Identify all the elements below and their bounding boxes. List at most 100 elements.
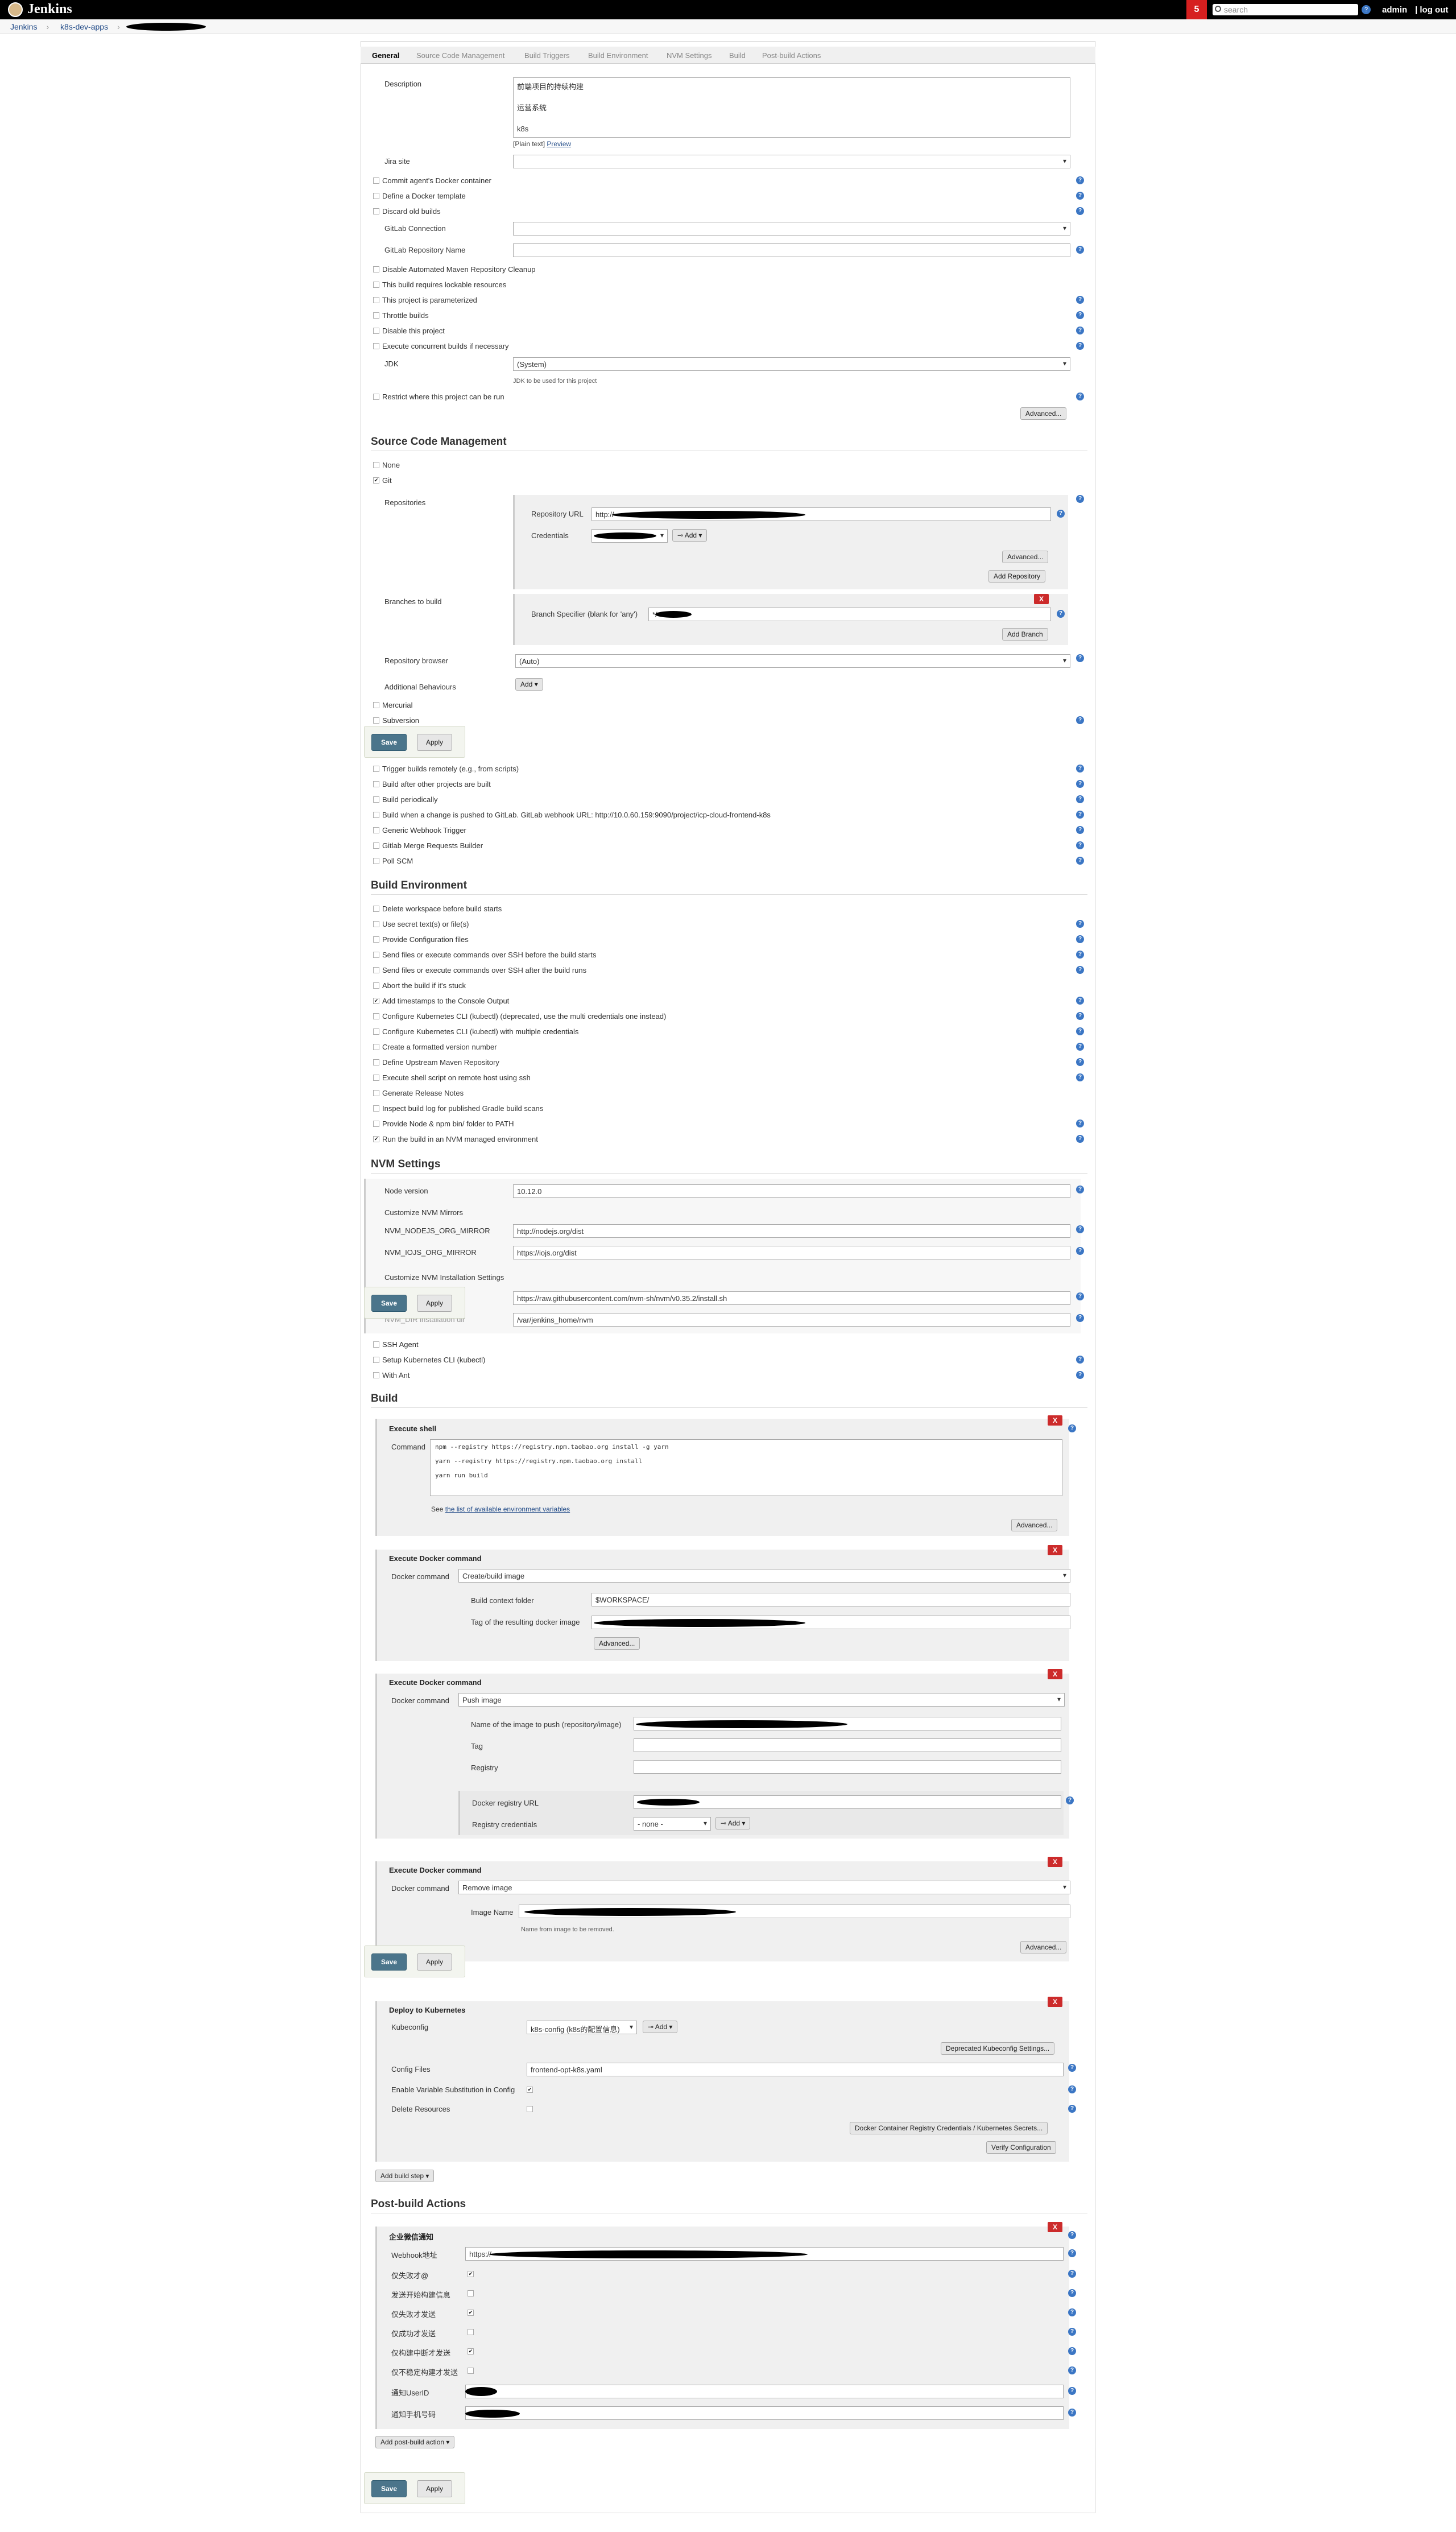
docker-command-select[interactable]: Create/build image bbox=[458, 1569, 1070, 1583]
install-url-input[interactable]: https://raw.githubusercontent.com/nvm-sh… bbox=[513, 1291, 1070, 1305]
help-icon[interactable]: ? bbox=[1076, 1120, 1084, 1127]
build-context-input[interactable]: $WORKSPACE/ bbox=[592, 1593, 1070, 1606]
build-env-option-checkbox[interactable]: Send files or execute commands over SSH … bbox=[373, 951, 596, 959]
add-build-step-button[interactable]: Add build step ▾ bbox=[375, 2170, 435, 2182]
config-files-input[interactable]: frontend-opt-k8s.yaml bbox=[527, 2063, 1064, 2076]
help-icon[interactable]: ? bbox=[1076, 1012, 1084, 1020]
commit-container-checkbox[interactable]: Commit agent's Docker container bbox=[373, 176, 491, 185]
scm-git-radio[interactable]: Git bbox=[373, 476, 392, 485]
save-button[interactable]: Save bbox=[371, 1295, 407, 1312]
breadcrumb-jenkins[interactable]: Jenkins bbox=[10, 19, 37, 34]
trigger-generic-webhook-checkbox[interactable]: Generic Webhook Trigger bbox=[373, 826, 466, 835]
tab-build-triggers[interactable]: Build Triggers bbox=[524, 51, 569, 60]
save-button[interactable]: Save bbox=[371, 734, 407, 751]
throttle-builds-checkbox[interactable]: Throttle builds bbox=[373, 311, 429, 320]
help-icon[interactable]: ? bbox=[1076, 780, 1084, 788]
description-textarea[interactable]: 前端项目的持续构建 运营系统 k8s bbox=[513, 77, 1070, 138]
help-icon[interactable]: ? bbox=[1076, 1027, 1084, 1035]
help-icon[interactable]: ? bbox=[1076, 654, 1084, 662]
build-env-option-checkbox[interactable]: Send files or execute commands over SSH … bbox=[373, 966, 586, 974]
scm-none-radio[interactable]: None bbox=[373, 461, 400, 469]
help-icon[interactable]: ? bbox=[1076, 342, 1084, 350]
general-advanced-button[interactable]: Advanced... bbox=[1020, 407, 1067, 420]
add-behaviour-button[interactable]: Add ▾ bbox=[515, 678, 543, 691]
kubeconfig-select[interactable]: k8s-config (k8s的配置信息) bbox=[527, 2021, 637, 2034]
docker-advanced-button[interactable]: Advanced... bbox=[594, 1637, 640, 1650]
trigger-poll-scm-checkbox[interactable]: Poll SCM bbox=[373, 857, 413, 865]
help-icon[interactable]: ? bbox=[1076, 311, 1084, 319]
ssh-agent-checkbox[interactable]: SSH Agent bbox=[373, 1340, 419, 1349]
restrict-checkbox[interactable]: Restrict where this project can be run bbox=[373, 393, 504, 401]
trigger-gitlab-push-checkbox[interactable]: Build when a change is pushed to GitLab.… bbox=[373, 811, 771, 819]
jira-site-select[interactable] bbox=[513, 155, 1070, 168]
disable-project-checkbox[interactable]: Disable this project bbox=[373, 327, 445, 335]
gitlab-repo-input[interactable] bbox=[513, 243, 1070, 257]
help-icon[interactable]: ? bbox=[1068, 1424, 1076, 1432]
help-icon[interactable]: ? bbox=[1076, 811, 1084, 819]
help-icon[interactable]: ? bbox=[1076, 857, 1084, 865]
help-icon[interactable]: ? bbox=[1076, 176, 1084, 184]
docker-command-select[interactable]: Push image bbox=[458, 1693, 1065, 1707]
delete-branch-button[interactable]: X bbox=[1034, 594, 1049, 604]
help-icon[interactable]: ? bbox=[1076, 1058, 1084, 1066]
add-kubeconfig-button[interactable]: ⊸ Add ▾ bbox=[643, 2021, 678, 2033]
discard-builds-checkbox[interactable]: Discard old builds bbox=[373, 207, 441, 216]
command-editor[interactable]: npm --registry https://registry.npm.taob… bbox=[430, 1439, 1062, 1496]
registry-credentials-select[interactable]: - none - bbox=[634, 1817, 711, 1831]
build-env-option-checkbox[interactable]: Define Upstream Maven Repository bbox=[373, 1058, 499, 1067]
help-icon[interactable]: ? bbox=[1068, 2409, 1076, 2417]
help-icon[interactable]: ? bbox=[1068, 2347, 1076, 2355]
env-vars-link[interactable]: the list of available environment variab… bbox=[445, 1505, 570, 1513]
help-icon[interactable]: ? bbox=[1076, 826, 1084, 834]
save-button[interactable]: Save bbox=[371, 2480, 407, 2497]
build-env-option-checkbox[interactable]: Configure Kubernetes CLI (kubectl) (depr… bbox=[373, 1012, 666, 1021]
build-env-option-checkbox[interactable]: Generate Release Notes bbox=[373, 1089, 464, 1097]
help-icon[interactable]: ? bbox=[1068, 2308, 1076, 2316]
search-input[interactable]: search bbox=[1213, 4, 1358, 15]
help-icon[interactable]: ? bbox=[1076, 1292, 1084, 1300]
help-icon[interactable]: ? bbox=[1076, 1247, 1084, 1255]
build-env-option-checkbox[interactable]: Execute shell script on remote host usin… bbox=[373, 1073, 531, 1082]
tab-scm[interactable]: Source Code Management bbox=[416, 51, 504, 60]
push-registry-input[interactable] bbox=[634, 1760, 1061, 1774]
add-branch-button[interactable]: Add Branch bbox=[1002, 628, 1048, 641]
delete-step-button[interactable]: X bbox=[1048, 1545, 1062, 1555]
mobile-input[interactable] bbox=[465, 2406, 1064, 2420]
add-post-build-button[interactable]: Add post-build action ▾ bbox=[375, 2436, 455, 2448]
help-icon[interactable]: ? bbox=[1076, 716, 1084, 724]
help-icon[interactable]: ? bbox=[1076, 795, 1084, 803]
preview-link[interactable]: Preview bbox=[547, 140, 571, 148]
help-icon[interactable]: ? bbox=[1068, 2387, 1076, 2395]
build-env-option-checkbox[interactable]: Run the build in an NVM managed environm… bbox=[373, 1135, 538, 1143]
tab-build[interactable]: Build bbox=[729, 51, 746, 60]
verify-configuration-button[interactable]: Verify Configuration bbox=[986, 2141, 1056, 2154]
add-credentials-button[interactable]: ⊸ Add ▾ bbox=[672, 529, 708, 542]
help-icon[interactable]: ? bbox=[1076, 1225, 1084, 1233]
delete-step-button[interactable]: X bbox=[1048, 1669, 1062, 1679]
help-icon[interactable]: ? bbox=[1076, 192, 1084, 200]
install-dir-input[interactable]: /var/jenkins_home/nvm bbox=[513, 1313, 1070, 1327]
build-env-option-checkbox[interactable]: Delete workspace before build starts bbox=[373, 904, 502, 913]
help-icon[interactable]: ? bbox=[1068, 2270, 1076, 2278]
help-icon[interactable]: ? bbox=[1076, 997, 1084, 1005]
help-icon[interactable]: ? bbox=[1057, 610, 1065, 618]
apply-button[interactable]: Apply bbox=[417, 734, 452, 751]
trigger-remote-checkbox[interactable]: Trigger builds remotely (e.g., from scri… bbox=[373, 765, 519, 773]
iojs-mirror-input[interactable]: https://iojs.org/dist bbox=[513, 1246, 1070, 1259]
build-env-option-checkbox[interactable]: Provide Configuration files bbox=[373, 935, 469, 944]
repo-advanced-button[interactable]: Advanced... bbox=[1002, 551, 1049, 563]
disable-maven-cleanup-checkbox[interactable]: Disable Automated Maven Repository Clean… bbox=[373, 265, 536, 274]
help-icon[interactable]: ? bbox=[1068, 2328, 1076, 2336]
apply-button[interactable]: Apply bbox=[417, 1295, 452, 1312]
trigger-gitlab-mr-checkbox[interactable]: Gitlab Merge Requests Builder bbox=[373, 841, 483, 850]
scm-mercurial-radio[interactable]: Mercurial bbox=[373, 701, 412, 709]
remove-advanced-button[interactable]: Advanced... bbox=[1020, 1941, 1067, 1953]
notification-badge[interactable]: 5 bbox=[1186, 0, 1207, 19]
help-icon[interactable]: ? bbox=[1076, 1043, 1084, 1051]
repo-browser-select[interactable]: (Auto) bbox=[515, 654, 1070, 668]
trigger-periodic-checkbox[interactable]: Build periodically bbox=[373, 795, 438, 804]
build-env-option-checkbox[interactable]: Add timestamps to the Console Output bbox=[373, 997, 509, 1005]
docker-command-select[interactable]: Remove image bbox=[458, 1881, 1070, 1894]
help-icon[interactable]: ? bbox=[1076, 296, 1084, 304]
trigger-after-checkbox[interactable]: Build after other projects are built bbox=[373, 780, 491, 788]
